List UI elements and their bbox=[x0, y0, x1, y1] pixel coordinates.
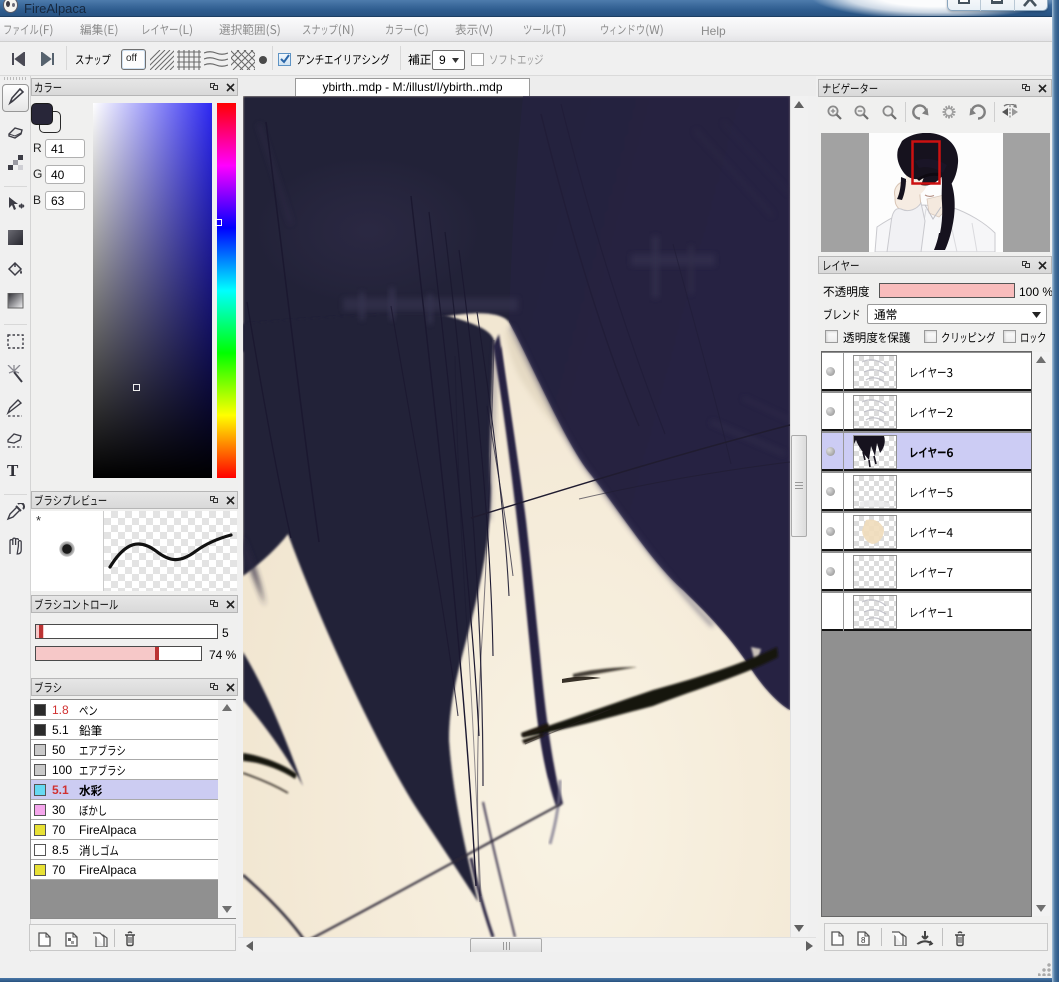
svg-text:8: 8 bbox=[861, 936, 866, 945]
